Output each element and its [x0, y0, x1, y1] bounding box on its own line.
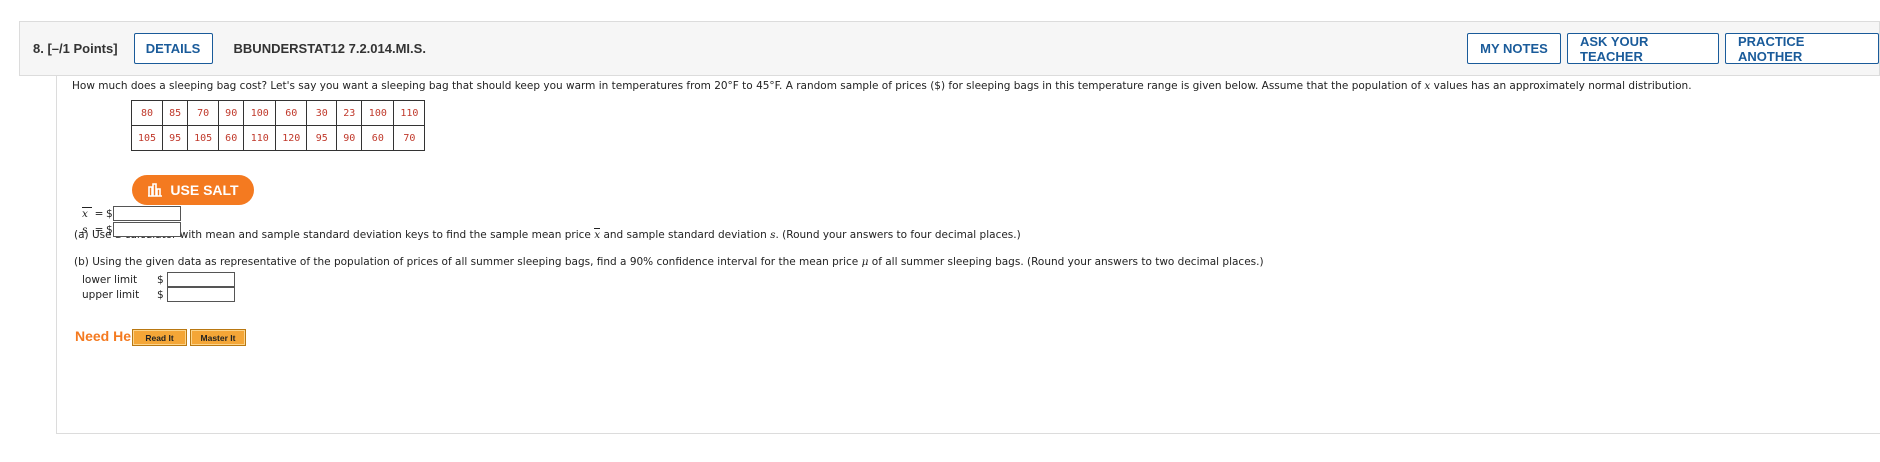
xbar-label: x [82, 206, 92, 220]
table-cell: 90 [218, 100, 245, 126]
question-text: How much does a sleeping bag cost? Let's… [72, 80, 1692, 92]
upper-limit-row: upper limit $ [82, 287, 235, 302]
table-cell: 100 [243, 100, 277, 126]
read-it-button[interactable]: Read It [132, 329, 187, 346]
table-cell: 100 [361, 100, 395, 126]
practice-another-button[interactable]: PRACTICE ANOTHER [1725, 33, 1879, 64]
ask-teacher-button[interactable]: ASK YOUR TEACHER [1567, 33, 1719, 64]
part-b-prompt: (b) Using the given data as representati… [74, 256, 1264, 268]
s-label: s [82, 223, 88, 236]
table-cell: 110 [243, 125, 277, 151]
table-cell: 60 [275, 100, 308, 126]
table-cell: 30 [306, 100, 338, 126]
table-cell: 70 [393, 125, 426, 151]
table-cell: 90 [336, 125, 363, 151]
use-salt-label: USE SALT [170, 182, 239, 198]
use-salt-button[interactable]: USE SALT [132, 175, 254, 205]
equals-sign: = [94, 207, 104, 220]
salt-chart-icon [148, 183, 163, 197]
table-cell: 23 [336, 100, 363, 126]
xbar-input[interactable] [113, 206, 181, 221]
part-a-text-end: . (Round your answers to four decimal pl… [775, 229, 1021, 241]
table-cell: 105 [187, 125, 220, 151]
details-button[interactable]: DETAILS [133, 33, 213, 64]
upper-limit-input[interactable] [167, 287, 235, 302]
table-row: 80 85 70 90 100 60 30 23 100 110 [130, 100, 426, 126]
xbar-symbol: x [594, 228, 601, 241]
question-body: How much does a sleeping bag cost? Let's… [56, 76, 1880, 434]
table-row: 105 95 105 60 110 120 95 90 60 70 [130, 125, 426, 151]
table-cell: 60 [361, 125, 395, 151]
lower-limit-label: lower limit [82, 273, 138, 286]
s-input[interactable] [113, 222, 181, 237]
table-cell: 85 [162, 100, 189, 126]
upper-limit-label: upper limit [82, 288, 140, 301]
question-text-part1: How much does a sleeping bag cost? Let's… [72, 80, 1425, 92]
price-data-table: 80 85 70 90 100 60 30 23 100 110 105 95 … [130, 100, 426, 151]
part-b-text-end: of all summer sleeping bags. (Round your… [868, 256, 1264, 268]
question-text-part2: values has an approximately normal distr… [1430, 80, 1692, 92]
master-it-button[interactable]: Master It [190, 329, 246, 346]
lower-limit-row: lower limit $ [82, 272, 235, 287]
currency-symbol: $ [157, 288, 164, 301]
s-answer-row: s = $ [82, 222, 181, 237]
header-actions: MY NOTES ASK YOUR TEACHER PRACTICE ANOTH… [1467, 33, 1879, 64]
lower-limit-input[interactable] [167, 272, 235, 287]
part-a-text-mid: and sample standard deviation [600, 229, 771, 241]
table-cell: 110 [393, 100, 426, 126]
part-b-text: (b) Using the given data as representati… [74, 256, 862, 268]
table-cell: 60 [218, 125, 245, 151]
part-a-prompt: (a) Use a calculator with mean and sampl… [74, 228, 1021, 241]
table-cell: 95 [306, 125, 338, 151]
xbar-answer-row: x = $ [82, 206, 181, 221]
question-number: 8. [–/1 Points] [33, 41, 118, 56]
table-cell: 80 [130, 100, 164, 126]
table-cell: 95 [162, 125, 189, 151]
table-cell: 120 [275, 125, 308, 151]
currency-symbol: $ [106, 223, 113, 236]
equals-sign: = [94, 223, 104, 236]
question-header: 8. [–/1 Points] DETAILS BBUNDERSTAT12 7.… [19, 21, 1880, 76]
currency-symbol: $ [106, 207, 113, 220]
my-notes-button[interactable]: MY NOTES [1467, 33, 1561, 64]
table-cell: 105 [130, 125, 164, 151]
currency-symbol: $ [157, 273, 164, 286]
question-code: BBUNDERSTAT12 7.2.014.MI.S. [233, 41, 426, 56]
table-cell: 70 [187, 100, 220, 126]
